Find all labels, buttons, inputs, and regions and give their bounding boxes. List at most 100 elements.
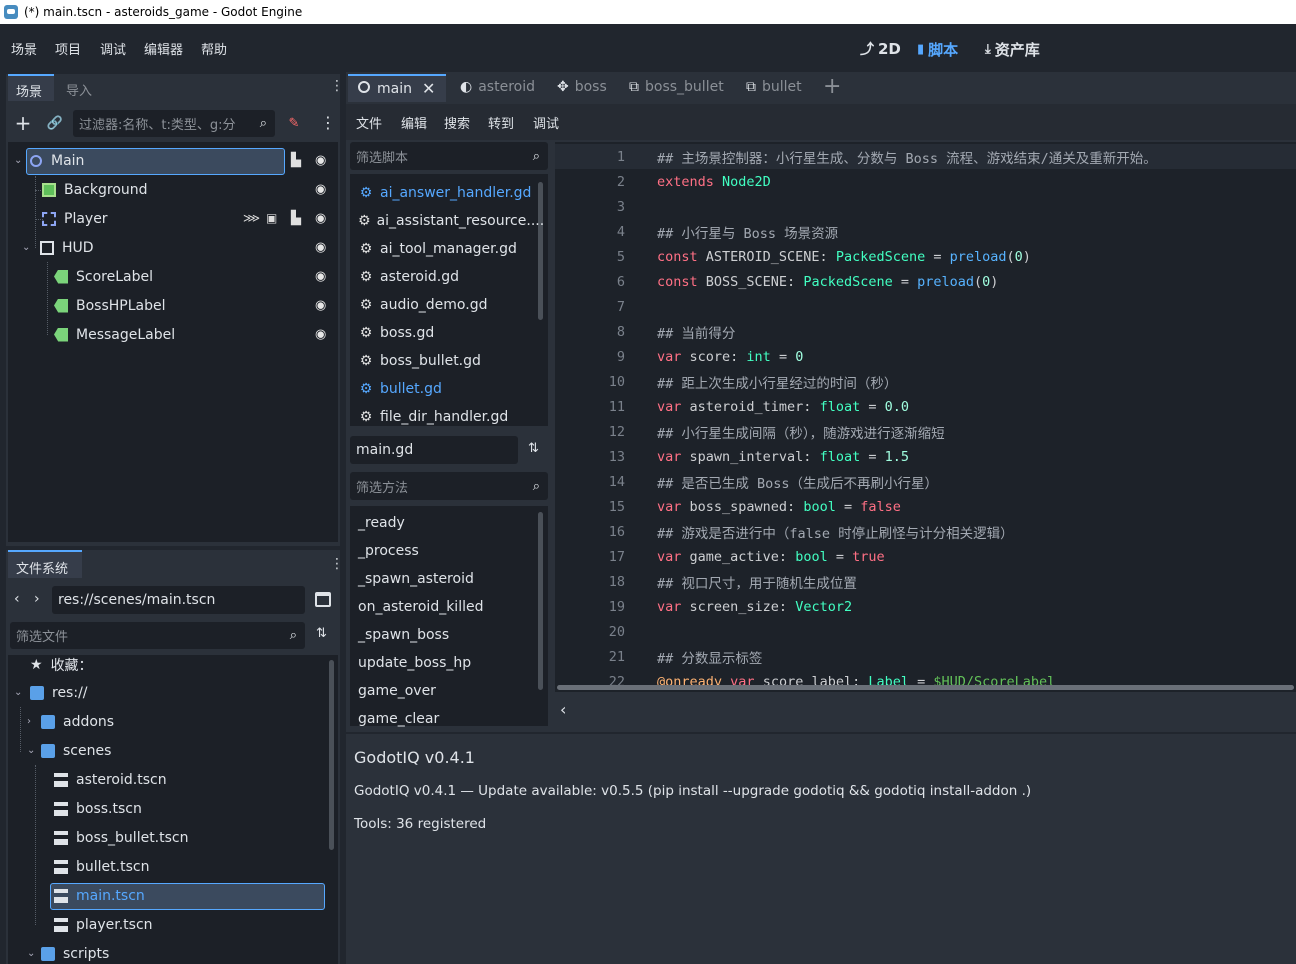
script-item[interactable]: ⚙ ai_assistant_resource.... [350,207,544,235]
signal-icon[interactable]: ⋙ [243,211,260,225]
scene-node-main[interactable]: ⌄ Main [14,146,334,175]
script-item[interactable]: ⚙ ai_tool_manager.gd [350,235,536,263]
code-line[interactable]: 1 ## 主场景控制器：小行星生成、分数与 Boss 流程、游戏结束/通关及重新开… [555,144,1296,169]
method-list-scrollbar[interactable] [538,512,543,690]
file-tree-scrollbar[interactable] [329,660,334,850]
code-line[interactable]: 6 const BOSS_SCENE: PackedScene = preload… [555,269,1296,294]
menu-help[interactable]: 帮助 [201,39,227,58]
instance-icon[interactable]: ▣ [266,211,277,225]
editor-tab-asteroid[interactable]: ◐ asteroid [460,79,535,95]
method-filter-input[interactable]: 筛选方法 ⌕ [350,472,548,500]
code-line[interactable]: 7 [555,294,1296,319]
script-item[interactable]: ⚙ ai_answer_handler.gd [350,179,536,207]
script-menu-edit[interactable]: 编辑 [401,113,427,132]
file-main-tscn[interactable]: main.tscn [54,881,145,910]
script-item[interactable]: ⚙ file_dir_handler.gd [350,403,536,431]
file-asteroid-tscn[interactable]: asteroid.tscn [54,765,167,794]
script-menu-debug[interactable]: 调试 [533,113,559,132]
script-remove-icon[interactable]: ✎ [284,113,304,133]
visibility-eye-icon[interactable]: ◉ [315,153,326,168]
method-item[interactable]: on_asteroid_killed [350,593,536,621]
visibility-eye-icon[interactable]: ◉ [315,298,326,313]
code-line[interactable]: 3 [555,194,1296,219]
code-line[interactable]: 16 ## 游戏是否进行中（false 时停止刷怪与计分相关逻辑） [555,519,1296,544]
folder-res[interactable]: ⌄ res:// [14,678,88,707]
method-item[interactable]: game_over [350,677,536,705]
method-item[interactable]: game_clear [350,705,536,733]
code-line[interactable]: 17 var game_active: bool = true [555,544,1296,569]
collapse-left-icon[interactable]: ‹ [560,700,566,719]
file-boss-bullet-tscn[interactable]: boss_bullet.tscn [54,823,189,852]
script-item[interactable]: ⚙ audio_demo.gd [350,291,536,319]
code-line[interactable]: 18 ## 视口尺寸，用于随机生成位置 [555,569,1296,594]
scene-node-messagelabel[interactable]: MessageLabel [54,320,294,349]
file-boss-tscn[interactable]: boss.tscn [54,794,142,823]
code-line[interactable]: 4 ## 小行星与 Boss 场景资源 [555,219,1296,244]
code-hscrollbar[interactable] [557,685,1294,690]
script-item[interactable]: ⚙ boss.gd [350,319,536,347]
tab-filesystem[interactable]: 文件系统 [8,550,82,578]
scene-menu-icon[interactable]: ⋮ [320,113,336,132]
method-item[interactable]: update_boss_hp [350,649,536,677]
code-line[interactable]: 8 ## 当前得分 [555,319,1296,344]
folder-scripts[interactable]: ⌄ scripts [27,939,109,964]
add-node-icon[interactable]: + [12,111,34,135]
script-filter-input[interactable]: 筛选脚本 ⌕ [350,142,548,170]
visibility-eye-icon[interactable]: ◉ [315,269,326,284]
scene-node-hud[interactable]: ⌄ HUD [22,233,262,262]
code-line[interactable]: 14 ## 是否已生成 Boss（生成后不再刷小行星） [555,469,1296,494]
code-line[interactable]: 20 [555,619,1296,644]
scene-filter-input[interactable]: 过滤器:名称、t:类型、g:分 ⌕ [73,110,275,137]
editor-tab-boss[interactable]: ✥ boss [557,79,607,95]
scene-node-bosshplabel[interactable]: BossHPLabel [54,291,294,320]
method-item[interactable]: _spawn_boss [350,621,536,649]
dock-menu-icon[interactable]: ⋮ [330,556,344,572]
visibility-eye-icon[interactable]: ◉ [315,327,326,342]
sort-icon[interactable]: ⇅ [316,626,327,641]
mode-assetlib-button[interactable]: ⤓ 资产库 [985,39,1040,60]
script-item[interactable]: ⚙ asteroid.gd [350,263,536,291]
mode-2d-button[interactable]: ⤴ 2D [860,39,901,59]
favorites-item[interactable]: ★ 收藏： [30,650,93,679]
script-item[interactable]: ⚙ boss_bullet.gd [350,347,536,375]
menu-project[interactable]: 项目 [55,39,81,58]
link-icon[interactable]: 🔗 [44,112,66,134]
editor-tab-main[interactable]: main ✕ [348,74,446,102]
dock-menu-icon[interactable]: ⋮ [330,78,344,94]
menu-scene[interactable]: 场景 [11,39,37,58]
script-attached-icon[interactable]: ▙ [291,211,301,226]
script-item[interactable]: ⚙ bullet.gd [350,375,536,403]
code-line[interactable]: 21 ## 分数显示标签 [555,644,1296,669]
forward-icon[interactable]: › [34,591,40,607]
method-item[interactable]: _ready [350,509,536,537]
split-view-icon[interactable] [315,592,331,607]
script-attached-icon[interactable]: ▙ [291,153,301,168]
visibility-eye-icon[interactable]: ◉ [315,240,326,255]
code-line[interactable]: 13 var spawn_interval: float = 1.5 [555,444,1296,469]
script-menu-search[interactable]: 搜索 [444,113,470,132]
sort-icon[interactable]: ⇅ [528,441,539,456]
code-line[interactable]: 9 var score: int = 0 [555,344,1296,369]
script-menu-goto[interactable]: 转到 [488,113,514,132]
folder-scenes[interactable]: ⌄ scenes [27,736,111,765]
tab-import[interactable]: 导入 [66,80,92,99]
method-item[interactable]: _spawn_asteroid [350,565,536,593]
method-item[interactable]: _process [350,537,536,565]
tab-scene[interactable]: 场景 [8,74,54,101]
script-menu-file[interactable]: 文件 [356,113,382,132]
code-editor[interactable]: 1 ## 主场景控制器：小行星生成、分数与 Boss 流程、游戏结束/通关及重新开… [555,142,1296,692]
file-filter-input[interactable]: 筛选文件 ⌕ [10,622,305,649]
menu-debug[interactable]: 调试 [100,39,126,58]
code-line[interactable]: 5 const ASTEROID_SCENE: PackedScene = pre… [555,244,1296,269]
file-bullet-tscn[interactable]: bullet.tscn [54,852,149,881]
code-line[interactable]: 12 ## 小行星生成间隔（秒），随游戏进行逐渐缩短 [555,419,1296,444]
add-tab-icon[interactable]: + [823,74,841,99]
editor-tab-boss-bullet[interactable]: ⧉ boss_bullet [629,79,724,95]
close-icon[interactable]: ✕ [422,79,435,98]
script-list-scrollbar[interactable] [538,182,543,320]
code-line[interactable]: 15 var boss_spawned: bool = false [555,494,1296,519]
code-line[interactable]: 19 var screen_size: Vector2 [555,594,1296,619]
code-line[interactable]: 2 extends Node2D [555,169,1296,194]
menu-editor[interactable]: 编辑器 [144,39,183,58]
code-line[interactable]: 10 ## 距上次生成小行星经过的时间（秒） [555,369,1296,394]
